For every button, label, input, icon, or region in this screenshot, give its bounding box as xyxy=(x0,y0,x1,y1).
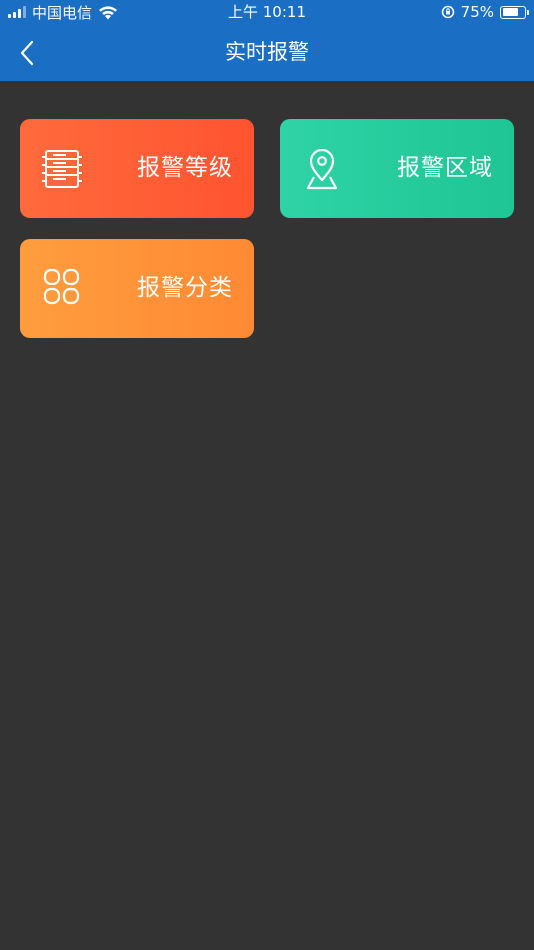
server-rack-icon xyxy=(42,150,82,188)
battery-icon xyxy=(500,5,529,19)
chevron-left-icon xyxy=(20,40,34,66)
status-left: 中国电信 xyxy=(8,0,118,24)
alarm-level-tile[interactable]: 报警等级 xyxy=(20,119,254,218)
battery-fill xyxy=(502,8,519,16)
back-button[interactable] xyxy=(10,36,44,70)
alarm-area-label: 报警区域 xyxy=(397,155,493,181)
signal-icon xyxy=(8,6,26,18)
grid-four-icon xyxy=(43,268,80,305)
wifi-icon xyxy=(99,5,118,19)
alarm-category-label: 报警分类 xyxy=(137,275,233,301)
battery-percent: 75% xyxy=(460,3,494,21)
location-pin-icon xyxy=(306,148,338,190)
orientation-lock-icon xyxy=(441,5,454,19)
status-right: 75% xyxy=(441,0,529,24)
nav-bar: 实时报警 xyxy=(0,24,534,81)
carrier-name: 中国电信 xyxy=(32,3,93,22)
alarm-level-label: 报警等级 xyxy=(137,155,233,181)
page-title: 实时报警 xyxy=(225,40,309,64)
status-bar: 中国电信 上午 10:11 75% xyxy=(0,0,534,24)
alarm-category-tile[interactable]: 报警分类 xyxy=(20,239,254,338)
alarm-area-tile[interactable]: 报警区域 xyxy=(280,119,514,218)
